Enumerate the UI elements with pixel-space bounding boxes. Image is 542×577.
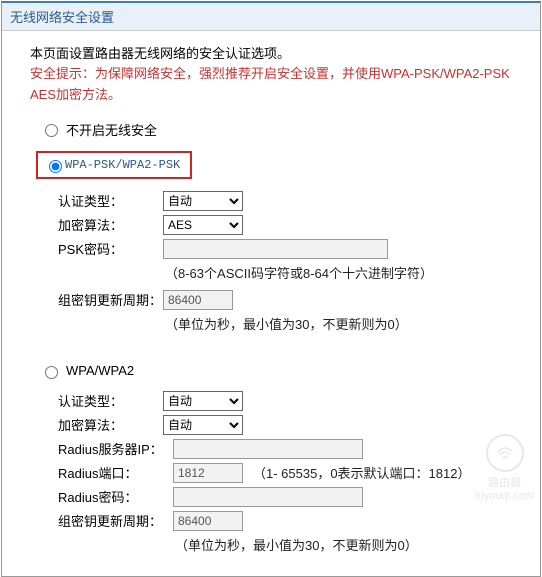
option-disable-row[interactable]: 不开启无线安全	[40, 120, 520, 139]
psk-algo-row: 加密算法： AES	[30, 215, 520, 235]
radius-port-input[interactable]	[173, 463, 243, 483]
wpa-algo-row: 加密算法： 自动	[30, 415, 520, 435]
radius-ip-input[interactable]	[173, 439, 363, 459]
psk-rekey-input[interactable]	[163, 290, 233, 310]
radius-ip-row: Radius服务器IP：	[30, 439, 520, 459]
radius-pw-label: Radius密码：	[58, 487, 173, 506]
wpa-auth-select[interactable]: 自动	[163, 391, 243, 411]
panel-title: 无线网络安全设置	[2, 3, 540, 31]
wpa-auth-label: 认证类型：	[58, 391, 163, 410]
wpa-auth-row: 认证类型： 自动	[30, 391, 520, 411]
wpa-rekey-label: 组密钥更新周期：	[58, 511, 173, 530]
radius-pw-input[interactable]	[173, 487, 363, 507]
psk-algo-label: 加密算法：	[58, 215, 163, 234]
watermark-domain: luyouqi.com	[475, 490, 534, 502]
panel-content: 本页面设置路由器无线网络的安全认证选项。 安全提示：为保障网络安全，强烈推荐开启…	[2, 31, 540, 576]
wpa-algo-select[interactable]: 自动	[163, 415, 243, 435]
psk-auth-label: 认证类型：	[58, 191, 163, 210]
radius-ip-label: Radius服务器IP：	[58, 439, 173, 458]
radius-port-hint: （1- 65535，0表示默认端口：1812）	[253, 463, 470, 482]
intro-text: 本页面设置路由器无线网络的安全认证选项。	[30, 43, 520, 62]
psk-rekey-row: 组密钥更新周期：	[30, 290, 520, 310]
psk-rekey-hint: （单位为秒，最小值为30，不更新则为0）	[30, 314, 520, 333]
psk-auth-select[interactable]: 自动	[163, 191, 243, 211]
radius-port-row: Radius端口： （1- 65535，0表示默认端口：1812）	[30, 463, 520, 483]
psk-password-label: PSK密码：	[58, 239, 163, 258]
radio-wpa[interactable]	[45, 366, 58, 379]
wpa-rekey-hint: （单位为秒，最小值为30，不更新则为0）	[30, 535, 520, 554]
psk-rekey-label: 组密钥更新周期：	[58, 290, 163, 309]
radius-pw-row: Radius密码：	[30, 487, 520, 507]
option-wpa-label: WPA/WPA2	[66, 363, 134, 378]
psk-password-input[interactable]	[163, 239, 388, 259]
psk-algo-select[interactable]: AES	[163, 215, 243, 235]
psk-auth-row: 认证类型： 自动	[30, 191, 520, 211]
option-wpa-psk-row[interactable]: WPA-PSK/WPA2-PSK	[36, 151, 192, 179]
router-icon	[486, 434, 524, 472]
option-wpa-row[interactable]: WPA/WPA2	[40, 363, 520, 379]
option-wpa-psk-label: WPA-PSK/WPA2-PSK	[65, 158, 180, 172]
radio-wpa-psk[interactable]	[49, 160, 62, 173]
wpa-algo-label: 加密算法：	[58, 415, 163, 434]
watermark: 路由器 luyouqi.com	[475, 434, 534, 502]
radio-disable[interactable]	[45, 124, 58, 137]
option-disable-label: 不开启无线安全	[66, 120, 157, 139]
psk-password-row: PSK密码：	[30, 239, 520, 259]
wpa-rekey-row: 组密钥更新周期：	[30, 511, 520, 531]
settings-panel: 无线网络安全设置 本页面设置路由器无线网络的安全认证选项。 安全提示：为保障网络…	[1, 1, 541, 577]
wpa-rekey-input[interactable]	[173, 511, 243, 531]
watermark-brand: 路由器	[475, 474, 534, 490]
psk-password-hint: （8-63个ASCII码字符或8-64个十六进制字符）	[30, 263, 520, 282]
radius-port-label: Radius端口：	[58, 463, 173, 482]
security-warning: 安全提示：为保障网络安全，强烈推荐开启安全设置，并使用WPA-PSK/WPA2-…	[30, 64, 520, 106]
